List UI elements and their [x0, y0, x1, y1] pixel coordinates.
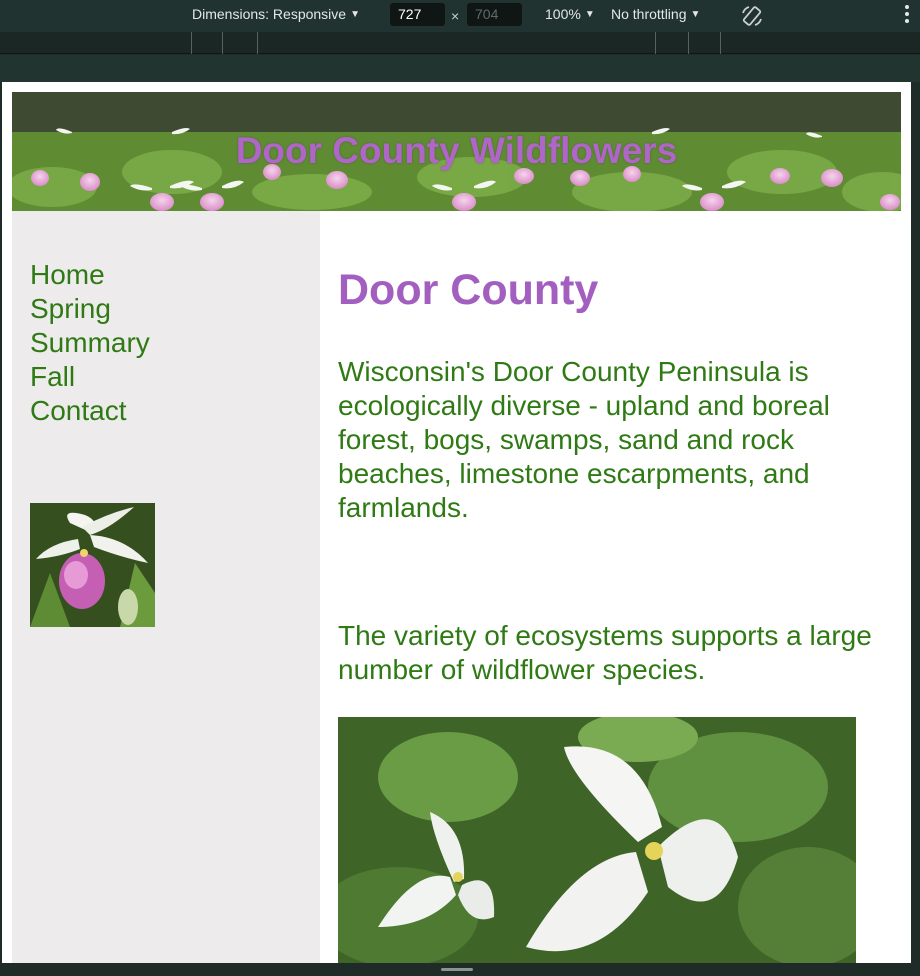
caret-down-icon: ▼ — [584, 8, 595, 20]
rotate-icon[interactable] — [740, 4, 764, 28]
page-heading: Door County — [338, 266, 599, 314]
nav-spring[interactable]: Spring — [30, 292, 150, 326]
site-nav: Home Spring Summary Fall Contact — [30, 258, 150, 428]
width-input[interactable]: 727 — [390, 3, 445, 26]
zoom-label: 100% — [545, 6, 581, 22]
dimensions-dropdown[interactable]: Dimensions: Responsive ▼ — [192, 6, 360, 22]
caret-down-icon: ▼ — [690, 8, 701, 20]
resize-handle[interactable] — [441, 968, 473, 971]
device-ruler — [0, 55, 920, 82]
trillium-image — [338, 717, 856, 963]
banner-title: Door County Wildflowers — [235, 130, 678, 171]
nav-home[interactable]: Home — [30, 258, 150, 292]
site-banner: Door County Wildflowers — [12, 92, 901, 211]
intro-paragraph: Wisconsin's Door County Peninsula is eco… — [338, 356, 830, 523]
dimensions-label: Dimensions: Responsive — [192, 6, 347, 22]
nav-contact[interactable]: Contact — [30, 394, 150, 428]
throttling-label: No throttling — [611, 6, 687, 22]
devtools-device-toolbar: Dimensions: Responsive ▼ 727 × 704 100% … — [0, 0, 920, 32]
ladys-slipper-image — [30, 503, 155, 627]
ecosystems-paragraph: The variety of ecosystems supports a lar… — [338, 620, 872, 685]
nav-summary[interactable]: Summary — [30, 326, 150, 360]
media-query-bar — [0, 32, 920, 54]
caret-down-icon: ▼ — [350, 8, 360, 20]
sidebar: Home Spring Summary Fall Contact — [12, 211, 320, 963]
zoom-dropdown[interactable]: 100% ▼ — [545, 6, 595, 22]
nav-fall[interactable]: Fall — [30, 360, 150, 394]
throttling-dropdown[interactable]: No throttling ▼ — [611, 6, 700, 22]
times-separator: × — [451, 8, 460, 24]
more-vertical-icon[interactable] — [905, 5, 909, 25]
emulated-viewport: Door County Wildflowers Home Spring Summ… — [2, 82, 911, 963]
height-input[interactable]: 704 — [467, 3, 522, 26]
